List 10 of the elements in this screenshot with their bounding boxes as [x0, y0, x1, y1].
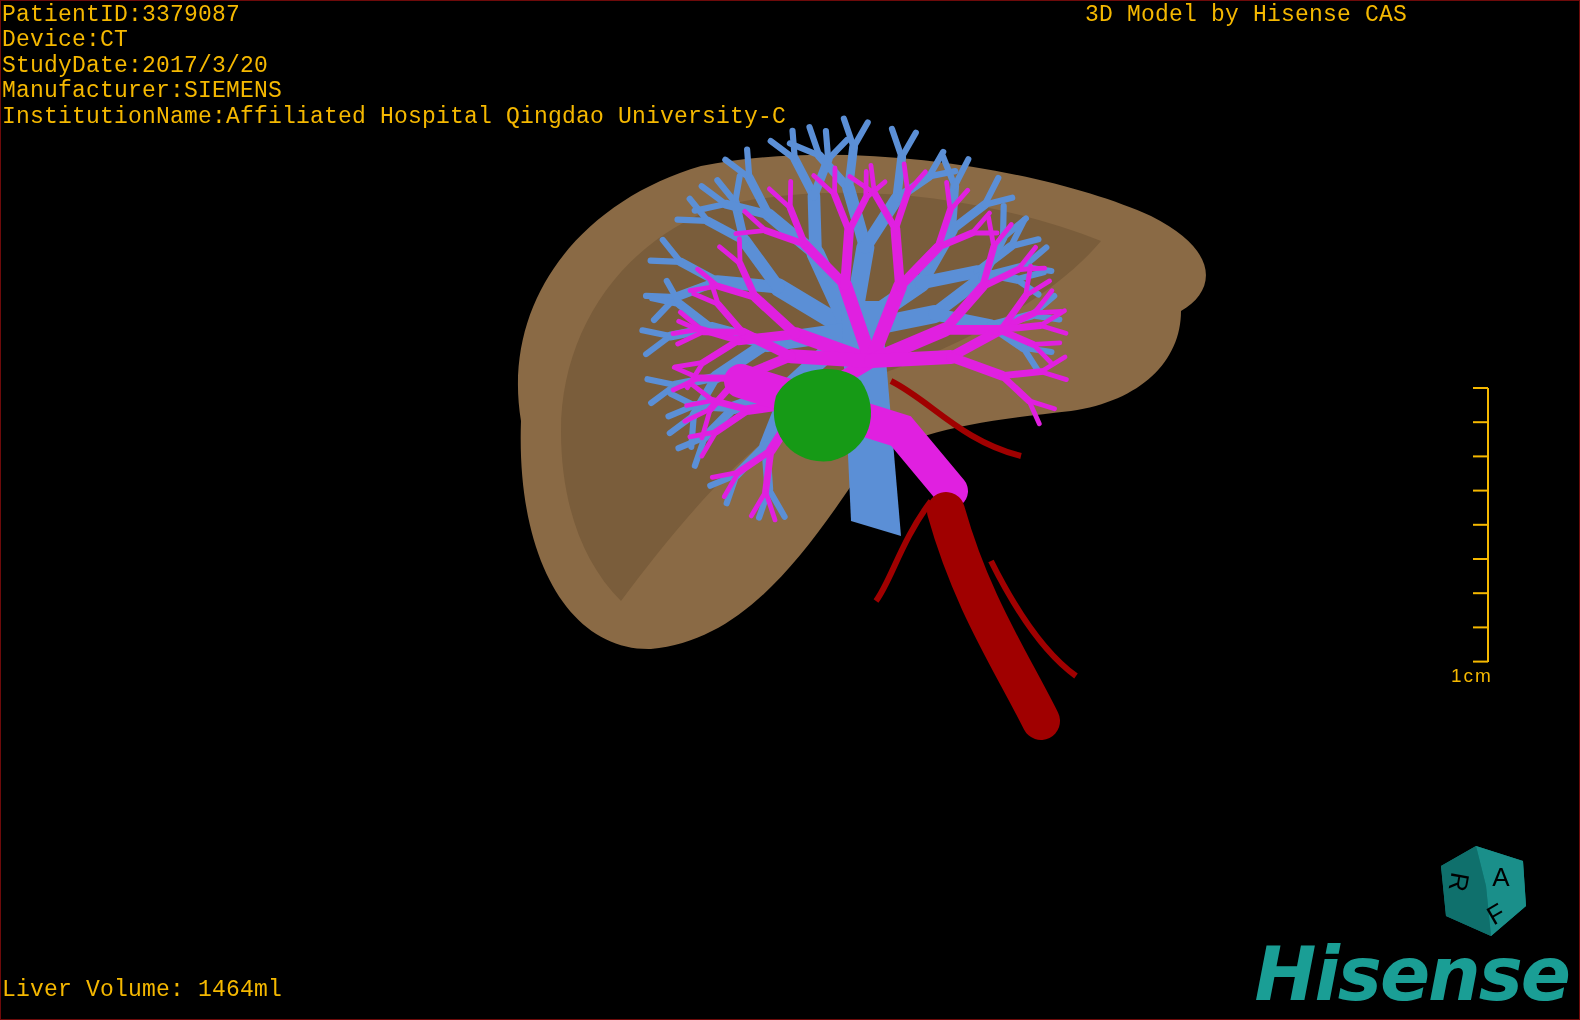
info-text: InstitutionName:Affiliated Hospital Qingdao University-C: [2, 104, 787, 131]
credit-text: 3D Model by Hisense CAS: [1084, 3, 1407, 29]
scale-label: 1cm: [1451, 665, 1493, 687]
info-text: Device:CT: [2, 28, 130, 54]
info-text: Manufacturer:SIEMENS: [2, 79, 284, 105]
info-text: PatientID:3379087: [2, 3, 242, 28]
volume-text: Liver Volume: 1464ml: [2, 977, 283, 1003]
scale-bar-icon: [1471, 387, 1490, 663]
info-text: StudyDate:2017/3/20: [2, 53, 270, 79]
logo: Hisense: [1254, 937, 1569, 1011]
